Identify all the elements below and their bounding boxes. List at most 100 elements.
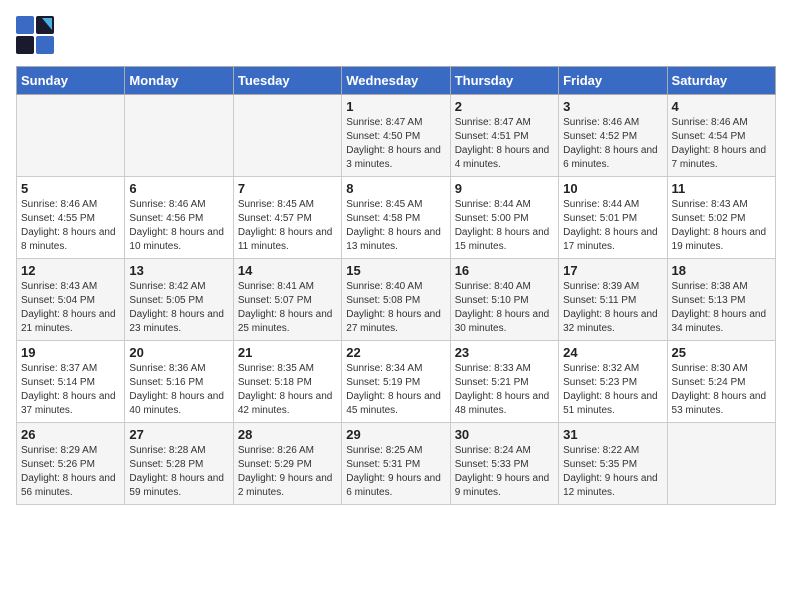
day-content: Sunrise: 8:46 AM Sunset: 4:54 PM Dayligh… [672,116,771,172]
header-day-friday: Friday [559,67,667,95]
calendar-cell: 1 Sunrise: 8:47 AM Sunset: 4:50 PM Daylig… [342,95,450,177]
day-number: 26 [21,427,120,442]
day-content: Sunrise: 8:33 AM Sunset: 5:21 PM Dayligh… [455,362,554,418]
day-content: Sunrise: 8:38 AM Sunset: 5:13 PM Dayligh… [672,280,771,336]
calendar-cell: 11 Sunrise: 8:43 AM Sunset: 5:02 PM Dayli… [667,177,775,259]
day-content: Sunrise: 8:32 AM Sunset: 5:23 PM Dayligh… [563,362,662,418]
day-number: 12 [21,263,120,278]
day-number: 22 [346,345,445,360]
day-content: Sunrise: 8:46 AM Sunset: 4:52 PM Dayligh… [563,116,662,172]
day-number: 4 [672,99,771,114]
day-number: 6 [129,181,228,196]
day-number: 21 [238,345,337,360]
day-number: 8 [346,181,445,196]
calendar-cell: 13 Sunrise: 8:42 AM Sunset: 5:05 PM Dayli… [125,259,233,341]
day-number: 2 [455,99,554,114]
calendar-week-row: 5 Sunrise: 8:46 AM Sunset: 4:55 PM Daylig… [17,177,776,259]
day-content: Sunrise: 8:44 AM Sunset: 5:01 PM Dayligh… [563,198,662,254]
calendar-cell: 29 Sunrise: 8:25 AM Sunset: 5:31 PM Dayli… [342,423,450,505]
day-number: 20 [129,345,228,360]
calendar-cell: 23 Sunrise: 8:33 AM Sunset: 5:21 PM Dayli… [450,341,558,423]
day-number: 5 [21,181,120,196]
calendar-header-row: SundayMondayTuesdayWednesdayThursdayFrid… [17,67,776,95]
calendar-cell: 3Sunrise: 8:46 AM Sunset: 4:52 PM Daylig… [559,95,667,177]
header-day-sunday: Sunday [17,67,125,95]
day-content: Sunrise: 8:34 AM Sunset: 5:19 PM Dayligh… [346,362,445,418]
calendar-cell: 24Sunrise: 8:32 AM Sunset: 5:23 PM Dayli… [559,341,667,423]
calendar-cell: 14 Sunrise: 8:41 AM Sunset: 5:07 PM Dayli… [233,259,341,341]
header-area [16,16,776,54]
calendar-cell: 4 Sunrise: 8:46 AM Sunset: 4:54 PM Daylig… [667,95,775,177]
calendar-week-row: 12 Sunrise: 8:43 AM Sunset: 5:04 PM Dayli… [17,259,776,341]
header-day-wednesday: Wednesday [342,67,450,95]
day-content: Sunrise: 8:43 AM Sunset: 5:04 PM Dayligh… [21,280,120,336]
header-day-monday: Monday [125,67,233,95]
day-content: Sunrise: 8:36 AM Sunset: 5:16 PM Dayligh… [129,362,228,418]
calendar-cell: 10 Sunrise: 8:44 AM Sunset: 5:01 PM Dayli… [559,177,667,259]
day-number: 13 [129,263,228,278]
logo-icon [16,16,54,54]
day-number: 10 [563,181,662,196]
calendar-cell: 15 Sunrise: 8:40 AM Sunset: 5:08 PM Dayli… [342,259,450,341]
logo [16,16,58,54]
header-day-thursday: Thursday [450,67,558,95]
day-content: Sunrise: 8:24 AM Sunset: 5:33 PM Dayligh… [455,444,554,500]
day-content: Sunrise: 8:42 AM Sunset: 5:05 PM Dayligh… [129,280,228,336]
day-number: 16 [455,263,554,278]
day-number: 17 [563,263,662,278]
calendar-cell: 30Sunrise: 8:24 AM Sunset: 5:33 PM Dayli… [450,423,558,505]
day-content: Sunrise: 8:40 AM Sunset: 5:10 PM Dayligh… [455,280,554,336]
calendar-cell: 9 Sunrise: 8:44 AM Sunset: 5:00 PM Daylig… [450,177,558,259]
day-content: Sunrise: 8:30 AM Sunset: 5:24 PM Dayligh… [672,362,771,418]
day-number: 23 [455,345,554,360]
calendar-week-row: 1 Sunrise: 8:47 AM Sunset: 4:50 PM Daylig… [17,95,776,177]
calendar-cell [233,95,341,177]
day-content: Sunrise: 8:25 AM Sunset: 5:31 PM Dayligh… [346,444,445,500]
calendar-cell: 19 Sunrise: 8:37 AM Sunset: 5:14 PM Dayli… [17,341,125,423]
day-content: Sunrise: 8:45 AM Sunset: 4:57 PM Dayligh… [238,198,337,254]
day-content: Sunrise: 8:44 AM Sunset: 5:00 PM Dayligh… [455,198,554,254]
calendar-cell: 20 Sunrise: 8:36 AM Sunset: 5:16 PM Dayli… [125,341,233,423]
day-number: 19 [21,345,120,360]
day-content: Sunrise: 8:43 AM Sunset: 5:02 PM Dayligh… [672,198,771,254]
calendar-cell: 21 Sunrise: 8:35 AM Sunset: 5:18 PM Dayli… [233,341,341,423]
day-content: Sunrise: 8:37 AM Sunset: 5:14 PM Dayligh… [21,362,120,418]
day-number: 29 [346,427,445,442]
day-number: 7 [238,181,337,196]
day-number: 27 [129,427,228,442]
calendar-cell: 26 Sunrise: 8:29 AM Sunset: 5:26 PM Dayli… [17,423,125,505]
day-content: Sunrise: 8:26 AM Sunset: 5:29 PM Dayligh… [238,444,337,500]
day-content: Sunrise: 8:46 AM Sunset: 4:55 PM Dayligh… [21,198,120,254]
calendar-week-row: 19 Sunrise: 8:37 AM Sunset: 5:14 PM Dayli… [17,341,776,423]
calendar-cell: 31 Sunrise: 8:22 AM Sunset: 5:35 PM Dayli… [559,423,667,505]
calendar-cell: 16 Sunrise: 8:40 AM Sunset: 5:10 PM Dayli… [450,259,558,341]
day-number: 15 [346,263,445,278]
day-number: 31 [563,427,662,442]
calendar-cell: 22 Sunrise: 8:34 AM Sunset: 5:19 PM Dayli… [342,341,450,423]
day-content: Sunrise: 8:22 AM Sunset: 5:35 PM Dayligh… [563,444,662,500]
day-number: 14 [238,263,337,278]
header-day-tuesday: Tuesday [233,67,341,95]
day-content: Sunrise: 8:40 AM Sunset: 5:08 PM Dayligh… [346,280,445,336]
day-number: 25 [672,345,771,360]
day-content: Sunrise: 8:29 AM Sunset: 5:26 PM Dayligh… [21,444,120,500]
day-content: Sunrise: 8:45 AM Sunset: 4:58 PM Dayligh… [346,198,445,254]
day-content: Sunrise: 8:28 AM Sunset: 5:28 PM Dayligh… [129,444,228,500]
calendar-cell: 5 Sunrise: 8:46 AM Sunset: 4:55 PM Daylig… [17,177,125,259]
calendar-cell: 28 Sunrise: 8:26 AM Sunset: 5:29 PM Dayli… [233,423,341,505]
calendar-week-row: 26 Sunrise: 8:29 AM Sunset: 5:26 PM Dayli… [17,423,776,505]
calendar-cell: 2Sunrise: 8:47 AM Sunset: 4:51 PM Daylig… [450,95,558,177]
day-content: Sunrise: 8:41 AM Sunset: 5:07 PM Dayligh… [238,280,337,336]
calendar-cell [667,423,775,505]
day-number: 11 [672,181,771,196]
calendar-cell: 17 Sunrise: 8:39 AM Sunset: 5:11 PM Dayli… [559,259,667,341]
day-number: 1 [346,99,445,114]
day-content: Sunrise: 8:47 AM Sunset: 4:50 PM Dayligh… [346,116,445,172]
day-number: 28 [238,427,337,442]
day-content: Sunrise: 8:39 AM Sunset: 5:11 PM Dayligh… [563,280,662,336]
calendar-cell: 6Sunrise: 8:46 AM Sunset: 4:56 PM Daylig… [125,177,233,259]
calendar-cell: 7 Sunrise: 8:45 AM Sunset: 4:57 PM Daylig… [233,177,341,259]
day-number: 18 [672,263,771,278]
day-content: Sunrise: 8:35 AM Sunset: 5:18 PM Dayligh… [238,362,337,418]
day-number: 9 [455,181,554,196]
